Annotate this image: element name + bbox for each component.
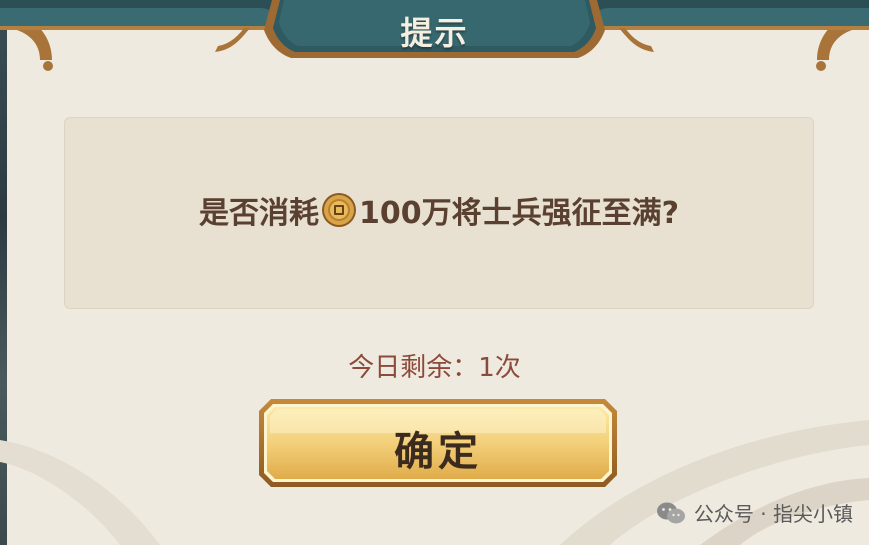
- wechat-logo-icon: [656, 502, 685, 523]
- copper-coin-icon: [321, 193, 356, 227]
- confirm-button[interactable]: 确定: [257, 397, 619, 489]
- remaining-count: 今日剩余：1次: [348, 353, 521, 383]
- background-strip: [0, 0, 7, 545]
- dialog-title: 提示: [400, 14, 469, 52]
- confirm-button-label: 确定: [394, 429, 482, 475]
- message-box: 是否消耗 100万将士兵强征至满?: [64, 117, 814, 309]
- watermark: 公众号 · 指尖小镇: [656, 498, 853, 527]
- message-text-after: 100万将士兵强征至满?: [358, 196, 680, 231]
- dialog-panel: 提示 是否消耗 100万将士兵强征至满? 今日剩余：1次 确定 公众号 · 指尖…: [0, 0, 869, 545]
- confirm-message: 是否消耗 100万将士兵强征至满?: [65, 188, 813, 232]
- watermark-text: 公众号 · 指尖小镇: [693, 502, 853, 526]
- message-text-before: 是否消耗: [198, 196, 319, 231]
